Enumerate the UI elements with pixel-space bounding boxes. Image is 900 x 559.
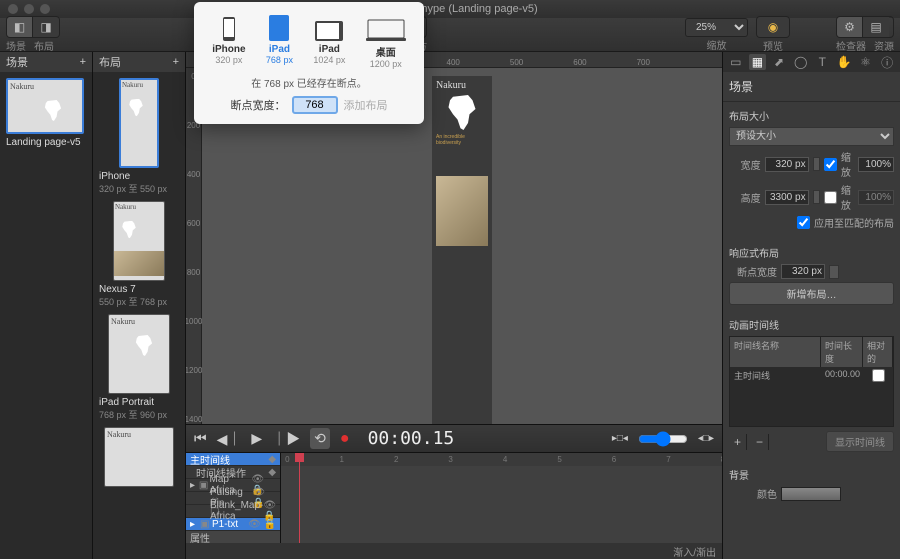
close-icon[interactable] bbox=[8, 4, 18, 14]
layout-thumb-nexus[interactable]: Nakuru Nexus 7 550 px 至 768 px bbox=[99, 201, 179, 308]
tab-touch-icon[interactable]: ✋ bbox=[835, 54, 853, 70]
width-input[interactable] bbox=[765, 157, 809, 172]
zoom-out-icon[interactable]: ▸□◂ bbox=[612, 433, 628, 444]
bg-color-well[interactable] bbox=[781, 487, 841, 501]
add-scene-icon[interactable]: + bbox=[80, 56, 86, 68]
show-timeline-button[interactable]: 显示时间线 bbox=[826, 431, 894, 452]
add-layout-icon[interactable]: + bbox=[173, 56, 179, 68]
minimize-icon[interactable] bbox=[24, 4, 34, 14]
height-stepper[interactable] bbox=[813, 190, 820, 204]
scale-height-input[interactable] bbox=[858, 190, 894, 205]
timeline-panel: ⏮ ◀｜ ▶ ｜▶ ⟲ ● 00:00.15 ▸□◂ ◂□▸ 主时间线◆ 时间线… bbox=[186, 424, 722, 559]
layouts-panel: 布局 + Nakuru iPhone 320 px 至 550 px Nakur… bbox=[93, 52, 186, 559]
scenes-header: 场景 + bbox=[0, 52, 92, 72]
tab-scene-icon[interactable]: ▦ bbox=[749, 54, 767, 70]
inspector-tabs: ▭ ▦ ⬈ ◯ T ✋ ⚛ ⓘ bbox=[723, 52, 900, 72]
timeline-tracks[interactable]: 012345678 bbox=[281, 453, 722, 543]
page-content[interactable]: Nakuru An incredible biodiversity bbox=[432, 76, 492, 476]
scenes-toggle[interactable]: ◧ bbox=[7, 17, 33, 37]
record-icon[interactable]: ● bbox=[340, 430, 350, 448]
tab-text-icon[interactable]: T bbox=[814, 54, 832, 70]
inspector-title: 场景 bbox=[723, 72, 900, 102]
layout-thumb-extra[interactable]: Nakuru bbox=[99, 427, 179, 487]
layout-thumb-ipad[interactable]: Nakuru iPad Portrait 768 px 至 960 px bbox=[99, 314, 179, 421]
scenes-panel: 场景 + Nakuru Landing page-v5 bbox=[0, 52, 93, 559]
breakpoint-width-input[interactable] bbox=[292, 96, 338, 114]
layouts-header: 布局 + bbox=[93, 52, 185, 72]
timeline-table: 时间线名称时间长度相对的 主时间线00:00.00 bbox=[729, 336, 894, 427]
main-toolbar: ◧ ◨ 场景布局 ▣ 导出成组 ◀ ▶ 前方 后方 25% 缩放 ◉ 预览 ⚙ … bbox=[0, 18, 900, 52]
new-layout-button[interactable]: 新增布局… bbox=[729, 282, 894, 305]
tl-row-blank-map[interactable]: ▢Blank_Map-Africa👁 🔒 bbox=[186, 505, 280, 518]
timeline-controls: ⏮ ◀｜ ▶ ｜▶ ⟲ ● 00:00.15 ▸□◂ ◂□▸ bbox=[186, 425, 722, 453]
device-iphone[interactable]: iPhone320 px bbox=[212, 12, 245, 69]
device-ipad-portrait[interactable]: iPad768 px bbox=[266, 12, 293, 69]
tl-props-header: 属性 bbox=[186, 531, 280, 543]
breakpoint-input[interactable] bbox=[781, 264, 825, 279]
zoom-select[interactable]: 25% bbox=[685, 18, 748, 37]
play-icon[interactable]: ▶ bbox=[251, 430, 262, 447]
timeline-time: 00:00.15 bbox=[368, 428, 455, 449]
breakpoint-width-label: 断点宽度： bbox=[231, 97, 286, 113]
layouts-toggle[interactable]: ◨ bbox=[33, 17, 59, 37]
remove-timeline-icon[interactable]: − bbox=[751, 434, 769, 450]
resources-toggle[interactable]: ▤ bbox=[863, 17, 889, 37]
timeline-footer: 渐入/渐出 bbox=[186, 543, 722, 559]
step-back-icon[interactable]: ◀｜ bbox=[217, 429, 242, 449]
width-stepper[interactable] bbox=[813, 157, 820, 171]
apply-matching-check[interactable] bbox=[797, 216, 810, 229]
breakpoint-stepper[interactable] bbox=[829, 265, 839, 279]
tab-document-icon[interactable]: ▭ bbox=[727, 54, 745, 70]
playhead[interactable] bbox=[299, 453, 300, 543]
easing-label[interactable]: 渐入/渐出 bbox=[673, 544, 716, 559]
tab-identity-icon[interactable]: ⓘ bbox=[878, 54, 896, 70]
preview-button[interactable]: ◉ bbox=[757, 17, 789, 37]
tab-physics-icon[interactable]: ⚛ bbox=[857, 54, 875, 70]
tab-metrics-icon[interactable]: ⬈ bbox=[770, 54, 788, 70]
timeline-ruler: 012345678 bbox=[281, 453, 722, 466]
step-fwd-icon[interactable]: ｜▶ bbox=[272, 429, 300, 449]
timeline-tree: 主时间线◆ 时间线操作◆ ▸▣Map Africa👁 🔒 ⇔Pulsing Pi… bbox=[186, 453, 281, 543]
zoom-in-icon[interactable]: ◂□▸ bbox=[698, 433, 714, 444]
add-timeline-icon[interactable]: + bbox=[729, 434, 747, 450]
device-desktop[interactable]: 桌面1200 px bbox=[366, 12, 406, 69]
loop-icon[interactable]: ⟲ bbox=[310, 428, 330, 449]
scene-thumb[interactable]: Nakuru Landing page-v5 bbox=[6, 78, 86, 148]
jump-start-icon[interactable]: ⏮ bbox=[194, 430, 207, 447]
add-layout-link[interactable]: 添加布局 bbox=[344, 97, 388, 113]
zoom-icon[interactable] bbox=[40, 4, 50, 14]
device-ipad-landscape[interactable]: iPad1024 px bbox=[313, 12, 345, 69]
layout-thumb-iphone[interactable]: Nakuru iPhone 320 px 至 550 px bbox=[99, 78, 179, 195]
inspector-toggle[interactable]: ⚙ bbox=[837, 17, 863, 37]
scale-height-check[interactable] bbox=[824, 191, 837, 204]
breakpoint-popover: iPhone320 px iPad768 px iPad1024 px 桌面12… bbox=[194, 2, 424, 124]
relative-check[interactable] bbox=[872, 369, 885, 382]
scale-width-input[interactable] bbox=[858, 157, 894, 172]
tab-element-icon[interactable]: ◯ bbox=[792, 54, 810, 70]
timeline-row[interactable]: 主时间线00:00.00 bbox=[730, 367, 893, 386]
inspector-panel: ▭ ▦ ⬈ ◯ T ✋ ⚛ ⓘ 场景 布局大小 预设大小 宽度 缩放 高度 bbox=[722, 52, 900, 559]
zoom-slider[interactable] bbox=[638, 431, 688, 447]
preset-size-select[interactable]: 预设大小 bbox=[729, 127, 894, 146]
popover-note: 在 768 px 已经存在断点。 bbox=[202, 75, 416, 90]
window-title: .hype (Landing page-v5) bbox=[56, 3, 900, 15]
scale-width-check[interactable] bbox=[824, 158, 837, 171]
height-input[interactable] bbox=[765, 190, 809, 205]
